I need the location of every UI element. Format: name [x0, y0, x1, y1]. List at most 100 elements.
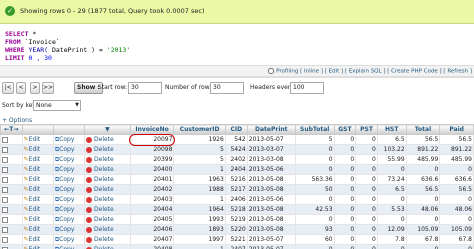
delete-cell[interactable]: Delete: [84, 134, 131, 145]
edit-link[interactable]: Edit: [329, 69, 340, 75]
row-select-cell[interactable]: [0, 214, 23, 225]
row-select-cell[interactable]: [0, 204, 23, 215]
copy-link[interactable]: Copy: [59, 156, 74, 163]
column-header-paid[interactable]: Paid: [439, 124, 474, 135]
delete-cell[interactable]: Delete: [84, 144, 131, 155]
edit-cell[interactable]: ✎Edit: [21, 234, 54, 245]
copy-cell[interactable]: ⧉Copy: [52, 184, 86, 195]
row-select-cell[interactable]: [0, 224, 23, 235]
options-link[interactable]: + Options: [2, 117, 32, 124]
copy-link[interactable]: Copy: [59, 226, 74, 233]
explain-sql-link[interactable]: Explain SQL: [349, 69, 382, 75]
delete-link[interactable]: Delete: [94, 216, 114, 223]
column-header-total[interactable]: Total: [405, 124, 441, 135]
copy-cell[interactable]: ⧉Copy: [52, 194, 86, 205]
delete-cell[interactable]: Delete: [84, 224, 131, 235]
delete-cell[interactable]: Delete: [84, 204, 131, 215]
edit-link[interactable]: Edit: [29, 226, 41, 233]
delete-link[interactable]: Delete: [94, 176, 114, 183]
copy-link[interactable]: Copy: [59, 196, 74, 203]
row-select-cell[interactable]: [0, 134, 23, 145]
delete-cell[interactable]: Delete: [84, 234, 131, 245]
profiling-checkbox[interactable]: [268, 68, 275, 74]
delete-link[interactable]: Delete: [94, 166, 114, 173]
row-checkbox[interactable]: [2, 216, 8, 223]
copy-cell[interactable]: ⧉Copy: [52, 224, 86, 235]
edit-cell[interactable]: ✎Edit: [21, 154, 54, 165]
prev-page-button[interactable]: <: [16, 82, 26, 94]
edit-link[interactable]: Edit: [29, 176, 41, 183]
row-select-cell[interactable]: [0, 184, 23, 195]
copy-link[interactable]: Copy: [59, 246, 74, 249]
row-checkbox[interactable]: [2, 166, 8, 173]
delete-cell[interactable]: Delete: [84, 154, 131, 165]
row-checkbox[interactable]: [2, 136, 8, 143]
delete-link[interactable]: Delete: [94, 196, 114, 203]
row-select-cell[interactable]: [0, 194, 23, 205]
copy-link[interactable]: Copy: [59, 146, 74, 153]
edit-link[interactable]: Edit: [29, 196, 41, 203]
create-php-code-link[interactable]: Create PHP Code: [391, 69, 438, 75]
inline-link[interactable]: Inline: [304, 69, 319, 75]
edit-cell[interactable]: ✎Edit: [21, 174, 54, 185]
copy-cell[interactable]: ⧉Copy: [52, 204, 86, 215]
edit-cell[interactable]: ✎Edit: [21, 204, 54, 215]
headers-every-input[interactable]: 100: [290, 82, 324, 94]
delete-link[interactable]: Delete: [94, 136, 114, 143]
column-header-dateprint[interactable]: DatePrint: [246, 124, 296, 135]
edit-link[interactable]: Edit: [29, 136, 41, 143]
copy-link[interactable]: Copy: [59, 236, 74, 243]
edit-link[interactable]: Edit: [29, 156, 41, 163]
row-checkbox[interactable]: [2, 236, 8, 243]
copy-link[interactable]: Copy: [59, 136, 74, 143]
column-header-customerid[interactable]: CustomerID: [173, 124, 226, 135]
edit-cell[interactable]: ✎Edit: [21, 184, 54, 195]
delete-link[interactable]: Delete: [94, 146, 114, 153]
edit-cell[interactable]: ✎Edit: [21, 244, 54, 249]
copy-cell[interactable]: ⧉Copy: [52, 214, 86, 225]
column-header-cid[interactable]: CID: [224, 124, 248, 135]
edit-cell[interactable]: ✎Edit: [21, 214, 54, 225]
sort-by-key-select[interactable]: None ▼: [33, 100, 81, 111]
delete-cell[interactable]: Delete: [84, 244, 131, 249]
row-select-cell[interactable]: [0, 174, 23, 185]
edit-link[interactable]: Edit: [29, 206, 41, 213]
copy-cell[interactable]: ⧉Copy: [52, 244, 86, 249]
edit-cell[interactable]: ✎Edit: [21, 194, 54, 205]
delete-cell[interactable]: Delete: [84, 214, 131, 225]
copy-cell[interactable]: ⧉Copy: [52, 174, 86, 185]
start-row-input[interactable]: 30: [128, 82, 162, 94]
copy-link[interactable]: Copy: [59, 176, 74, 183]
delete-cell[interactable]: Delete: [84, 184, 131, 195]
row-select-cell[interactable]: [0, 164, 23, 175]
row-select-cell[interactable]: [0, 234, 23, 245]
column-header-hst[interactable]: HST: [376, 124, 407, 135]
row-checkbox[interactable]: [2, 156, 8, 163]
edit-link[interactable]: Edit: [29, 236, 41, 243]
delete-link[interactable]: Delete: [94, 206, 114, 213]
copy-cell[interactable]: ⧉Copy: [52, 144, 86, 155]
delete-link[interactable]: Delete: [94, 186, 114, 193]
copy-link[interactable]: Copy: [59, 206, 74, 213]
edit-link[interactable]: Edit: [29, 146, 41, 153]
row-select-cell[interactable]: [0, 154, 23, 165]
row-checkbox[interactable]: [2, 196, 8, 203]
delete-cell[interactable]: Delete: [84, 164, 131, 175]
row-checkbox[interactable]: [2, 176, 8, 183]
column-header-pst[interactable]: PST: [355, 124, 378, 135]
edit-link[interactable]: Edit: [29, 216, 41, 223]
copy-link[interactable]: Copy: [59, 216, 74, 223]
column-header-subtotal[interactable]: SubTotal: [294, 124, 335, 135]
row-checkbox[interactable]: [2, 226, 8, 233]
delete-link[interactable]: Delete: [94, 156, 114, 163]
copy-link[interactable]: Copy: [59, 186, 74, 193]
edit-link[interactable]: Edit: [29, 186, 41, 193]
row-select-cell[interactable]: [0, 144, 23, 155]
edit-cell[interactable]: ✎Edit: [21, 134, 54, 145]
column-header-invoiceno[interactable]: InvoiceNo: [129, 124, 175, 135]
edit-cell[interactable]: ✎Edit: [21, 224, 54, 235]
copy-cell[interactable]: ⧉Copy: [52, 164, 86, 175]
number-of-rows-input[interactable]: 30: [210, 82, 244, 94]
row-select-cell[interactable]: [0, 244, 23, 249]
next-page-button[interactable]: >: [30, 82, 40, 94]
